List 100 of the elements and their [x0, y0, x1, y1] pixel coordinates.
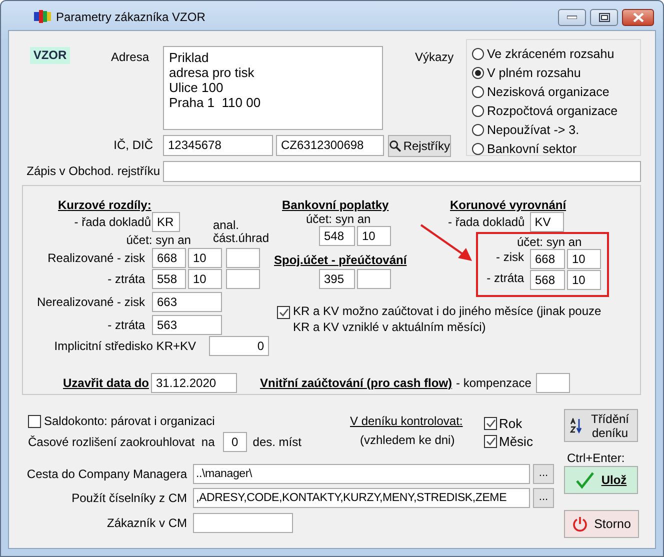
account-field[interactable]: 10 — [567, 249, 601, 269]
column-header: účet: syn an — [306, 212, 371, 226]
section-title: Bankovní poplatky — [282, 198, 389, 212]
checkbox[interactable] — [484, 434, 497, 448]
row-label: Realizované - zisk — [46, 250, 146, 267]
account-field[interactable] — [226, 269, 260, 289]
window-title: Parametry zákazníka VZOR — [56, 10, 206, 24]
browse-button[interactable]: ... — [533, 464, 554, 484]
radio-option[interactable]: Ve zkráceném rozsahu — [472, 44, 640, 63]
journal-check-note: (vzhledem ke dni) — [360, 433, 455, 447]
account-field[interactable]: 10 — [567, 270, 601, 290]
address-field[interactable]: Priklad adresa pro tisk Ulice 100 Praha 1 110 00 — [163, 46, 383, 130]
sort-journal-button[interactable]: Třídění deníku — [564, 409, 638, 442]
row-label: - ztráta — [106, 271, 146, 288]
section-title: Spoj.účet - přeúčtování — [274, 253, 407, 267]
checkbox[interactable] — [277, 306, 290, 319]
account-field[interactable]: 663 — [152, 292, 222, 312]
dic-field[interactable]: CZ6312300698 — [276, 135, 384, 156]
shortcut-hint: Ctrl+Enter: — [567, 451, 625, 465]
account-field[interactable]: 668 — [530, 249, 565, 269]
power-icon — [572, 516, 588, 532]
rounding-label: Časové rozlišení zaokrouhlovat na — [28, 435, 215, 449]
radio-option[interactable]: V plném rozsahu — [472, 63, 640, 82]
address-label: Adresa — [110, 49, 149, 66]
radio-option[interactable]: Nezisková organizace — [472, 82, 640, 101]
unit-label: des. míst — [252, 435, 302, 449]
checkbox[interactable] — [484, 416, 497, 430]
browse-button[interactable]: ... — [533, 488, 554, 508]
close-button[interactable] — [622, 8, 654, 26]
series-label: - řada dokladů — [73, 214, 151, 231]
checkmark-icon — [575, 471, 596, 489]
checkbox-label: Saldokonto: párovat i organizaci — [44, 414, 215, 428]
account-field[interactable]: 558 — [152, 269, 186, 289]
account-field[interactable] — [357, 269, 391, 289]
row-label: Nerealizované - zisk — [36, 294, 146, 311]
maximize-icon — [598, 12, 610, 22]
close-date-label: Uzavřit data do — [62, 376, 149, 390]
row-label: - ztráta — [106, 317, 146, 334]
ids-label: IČ, DIČ — [112, 137, 153, 154]
account-field[interactable]: 568 — [530, 270, 565, 290]
radio-option[interactable]: Bankovní sektor — [472, 139, 640, 158]
search-icon — [389, 139, 402, 153]
section-title: Korunové vyrovnání — [450, 198, 566, 212]
save-button[interactable]: Ulož — [564, 466, 638, 494]
text-field[interactable]: ..\manager\ — [193, 464, 530, 484]
account-field[interactable]: 395 — [319, 269, 355, 289]
close-icon — [632, 12, 644, 22]
sort-icon — [570, 418, 582, 434]
radio-option[interactable]: Nepoužívat -> 3. — [472, 120, 640, 139]
compensation-label: - kompenzace — [456, 376, 532, 390]
radio-option[interactable]: Rozpočtová organizace — [472, 101, 640, 120]
section-title: Vnitřní zaúčtování (pro cash flow) — [260, 376, 452, 390]
cancel-button[interactable]: Storno — [564, 510, 639, 538]
center-label: Implicitní středisko KR+KV — [53, 338, 196, 355]
center-field[interactable]: 0 — [209, 336, 269, 356]
register-field[interactable] — [163, 161, 641, 182]
journal-check-title: V deníku kontrolovat: — [350, 414, 463, 428]
account-field[interactable]: 10 — [188, 269, 222, 289]
checkbox[interactable] — [28, 414, 41, 428]
date-field[interactable]: 31.12.2020 — [151, 373, 237, 393]
column-header: účet: syn an — [517, 235, 582, 249]
checkbox-label: Rok — [499, 416, 522, 430]
account-field[interactable]: 668 — [152, 248, 186, 268]
row-label: - ztráta — [486, 270, 524, 287]
radio-button[interactable] — [472, 124, 484, 136]
checkbox-label: Měsic — [499, 434, 533, 448]
radio-button[interactable] — [472, 142, 484, 154]
radio-button[interactable] — [472, 48, 484, 60]
text-field[interactable] — [193, 513, 293, 533]
text-field[interactable]: ,ADRESY,CODE,KONTAKTY,KURZY,MENY,STREDISK,ZEME — [193, 488, 530, 508]
minimize-button[interactable] — [558, 8, 586, 26]
radio-button[interactable] — [472, 86, 484, 98]
cm-label: Použít číselníky z CM — [70, 490, 187, 507]
account-field[interactable]: 548 — [319, 226, 355, 246]
column-header: anal. část.úhrad — [212, 219, 269, 247]
customer-code-badge: VZOR — [30, 47, 70, 64]
minimize-icon — [567, 15, 577, 19]
cm-label: Cesta do Company Managera — [26, 466, 187, 483]
registry-button[interactable]: Rejstříky — [388, 135, 451, 157]
decimals-field[interactable]: 0 — [222, 432, 247, 452]
section-title: Kurzové rozdíly: — [58, 198, 152, 212]
app-icon — [34, 10, 51, 23]
account-field[interactable]: 563 — [152, 315, 222, 335]
radio-button[interactable] — [472, 66, 484, 78]
checkbox-label: KR a KV možno zaúčtovat i do jiného měsíce (jinak pouze KR a KV vzniklé v aktuálním měsíci) — [293, 303, 602, 335]
series-label: - řada dokladů — [448, 214, 525, 231]
row-label: - zisk — [495, 249, 524, 266]
reports-label: Výkazy — [415, 49, 454, 65]
series-field[interactable]: KR — [152, 212, 180, 232]
maximize-button[interactable] — [590, 8, 618, 26]
series-field[interactable]: KV — [530, 212, 564, 232]
register-label: Zápis v Obchod. rejstříku — [26, 163, 160, 180]
radio-button[interactable] — [472, 104, 484, 116]
account-field[interactable] — [226, 248, 260, 268]
account-field[interactable]: 10 — [357, 226, 391, 246]
account-field[interactable]: 10 — [188, 248, 222, 268]
ic-field[interactable]: 12345678 — [163, 135, 273, 156]
cm-label: Zákazník v CM — [106, 515, 187, 532]
column-header: účet: syn an — [126, 233, 191, 247]
compensation-field[interactable] — [536, 373, 570, 393]
